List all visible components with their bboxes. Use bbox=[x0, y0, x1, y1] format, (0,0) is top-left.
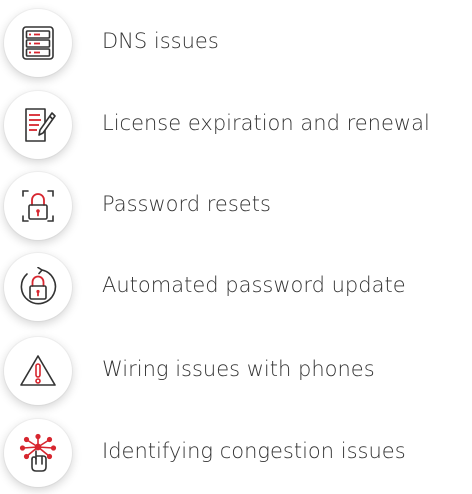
list-item-label: Password resets bbox=[102, 192, 271, 216]
network-touch-icon bbox=[4, 419, 72, 487]
list-item: Automated password update bbox=[0, 247, 472, 327]
server-icon bbox=[4, 9, 72, 77]
list-item: Wiring issues with phones bbox=[0, 331, 472, 411]
list-item-label: Wiring issues with phones bbox=[102, 357, 375, 381]
list-item: Password resets bbox=[0, 166, 472, 246]
lock-scan-icon bbox=[4, 172, 72, 240]
list-item: DNS issues bbox=[0, 3, 472, 83]
list-item: Identifying congestion issues bbox=[0, 413, 472, 493]
list-item-label: License expiration and renewal bbox=[102, 111, 430, 135]
issue-list: DNS issues License expiration and renewa… bbox=[0, 0, 472, 494]
list-item-label: DNS issues bbox=[102, 29, 219, 53]
list-item-label: Identifying congestion issues bbox=[102, 439, 406, 463]
list-item-label: Automated password update bbox=[102, 273, 406, 297]
document-pen-icon bbox=[4, 91, 72, 159]
list-item: License expiration and renewal bbox=[0, 85, 472, 165]
lock-refresh-icon bbox=[4, 253, 72, 321]
warning-icon bbox=[4, 337, 72, 405]
